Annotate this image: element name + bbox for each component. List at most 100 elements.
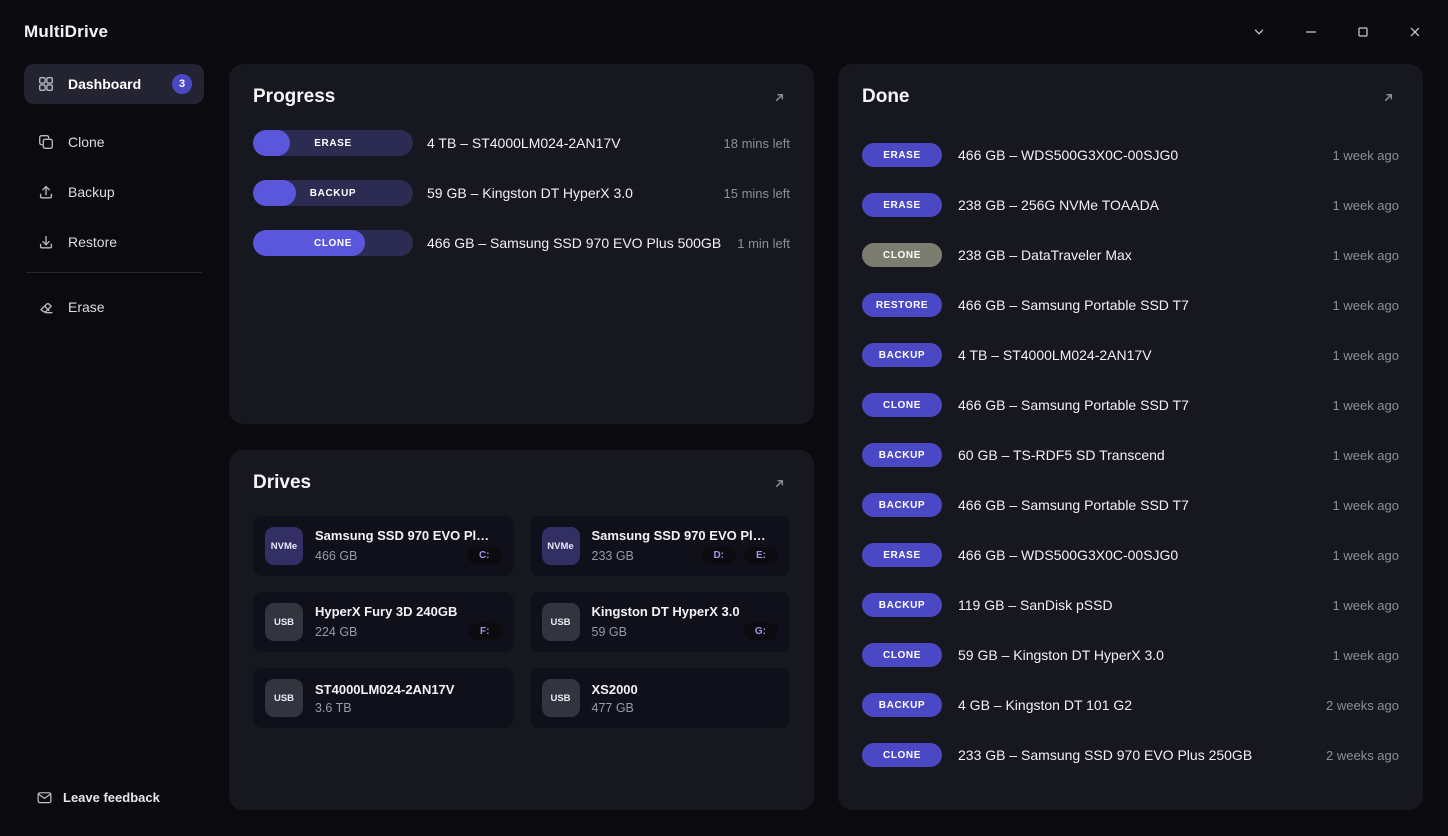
drive-card[interactable]: USBKingston DT HyperX 3.059 GBG: [530,592,791,652]
completed-time-label: 1 week ago [1333,348,1400,363]
completed-time-label: 1 week ago [1333,648,1400,663]
maximize-button[interactable] [1352,21,1374,43]
done-row[interactable]: BACKUP4 GB – Kingston DT 101 G22 weeks a… [862,680,1399,730]
drive-letter-badge: E: [744,547,778,564]
progress-row[interactable]: ERASE 4 TB – ST4000LM024-2AN17V 18 mins le… [253,130,790,156]
sidebar: Dashboard3 Clone Backup Restore Erase Leave … [24,64,204,836]
drive-info: Samsung SSD 970 EVO Pl… 466 GB C: [315,528,502,564]
drive-meta: 224 GBF: [315,623,502,640]
completed-time-label: 1 week ago [1333,598,1400,613]
done-row[interactable]: BACKUP119 GB – SanDisk pSSD1 week ago [862,580,1399,630]
expand-icon [1381,90,1396,105]
operation-badge: BACKUP [862,443,942,467]
drive-card[interactable]: USBST4000LM024-2AN17V3.6 TB [253,668,514,728]
done-row[interactable]: BACKUP 4 TB – ST4000LM024-2AN17V 1 week ag… [862,330,1399,380]
backup-icon [36,182,56,202]
drive-size: 466 GB [315,549,357,563]
drive-letters: C: [467,547,502,564]
done-expand-button[interactable] [1377,86,1399,108]
done-row[interactable]: CLONE238 GB – DataTraveler Max1 week ago [862,230,1399,280]
drive-size: 59 GB [592,625,627,639]
drive-card[interactable]: NVMeSamsung SSD 970 EVO Pl…233 GBD:E: [530,516,791,576]
minimize-button[interactable] [1300,21,1322,43]
drive-label: 4 TB – ST4000LM024-2AN17V [958,347,1317,363]
operation-badge: CLONE [862,393,942,417]
drive-info: Samsung SSD 970 EVO Pl…233 GBD:E: [592,528,779,564]
sidebar-item-restore[interactable]: Restore [24,222,204,262]
drives-panel-title: Drives [253,472,311,494]
time-left-label: 18 mins left [724,136,790,151]
drive-label: 59 GB – Kingston DT HyperX 3.0 [958,647,1317,663]
drive-card[interactable]: USBHyperX Fury 3D 240GB224 GBF: [253,592,514,652]
sidebar-nav: Dashboard3 Clone Backup Restore Erase [24,64,204,327]
progress-row[interactable]: CLONE466 GB – Samsung SSD 970 EVO Plus 5… [253,230,790,256]
completed-time-label: 1 week ago [1333,298,1400,313]
completed-time-label: 1 week ago [1333,148,1400,163]
done-panel: Done ERASE466 GB – WDS500G3X0C-00SJG01 w… [838,64,1423,810]
close-button[interactable] [1404,21,1426,43]
drive-letters: G: [743,623,778,640]
progress-bar: ERASE [253,130,413,156]
completed-time-label: 1 week ago [1333,198,1400,213]
drive-name: Kingston DT HyperX 3.0 [592,604,779,619]
window-controls [1248,21,1426,43]
completed-time-label: 1 week ago [1333,398,1400,413]
expand-icon [772,476,787,491]
drive-label: 466 GB – WDS500G3X0C-00SJG0 [958,147,1317,163]
drives-panel: Drives NVMe Samsung SSD 970 EVO Pl… 466 GB… [229,450,814,810]
done-row[interactable]: ERASE 466 GB – WDS500G3X0C-00SJG0 1 week a… [862,130,1399,180]
drive-label: 238 GB – DataTraveler Max [958,247,1317,263]
operation-badge: CLONE [862,643,942,667]
progress-row[interactable]: BACKUP59 GB – Kingston DT HyperX 3.015 m… [253,180,790,206]
drive-meta: 3.6 TB [315,701,502,715]
drive-label: 466 GB – Samsung Portable SSD T7 [958,497,1317,513]
operation-badge: ERASE [862,143,942,167]
progress-expand-button[interactable] [768,86,790,108]
drive-name: HyperX Fury 3D 240GB [315,604,502,619]
drive-letters: D: E: [701,547,778,564]
done-row[interactable]: ERASE466 GB – WDS500G3X0C-00SJG01 week a… [862,530,1399,580]
operation-badge: BACKUP [862,493,942,517]
done-row[interactable]: ERASE238 GB – 256G NVMe TOAADA1 week ago [862,180,1399,230]
progress-bar: BACKUP [253,180,413,206]
sidebar-item-label: Erase [68,299,192,315]
app-title: MultiDrive [24,22,108,42]
sidebar-item-dashboard[interactable]: Dashboard3 [24,64,204,104]
done-row[interactable]: CLONE233 GB – Samsung SSD 970 EVO Plus 2… [862,730,1399,780]
window-menu-button[interactable] [1248,21,1270,43]
drive-meta: 477 GB [592,701,779,715]
drive-label: 4 TB – ST4000LM024-2AN17V [427,135,710,151]
drive-type-badge: NVMe [542,527,580,565]
operation-badge: BACKUP [862,343,942,367]
grid-icon [37,75,55,93]
sidebar-divider [26,272,202,273]
leave-feedback-button[interactable]: Leave feedback [36,789,160,806]
drive-card[interactable]: USBXS2000477 GB [530,668,791,728]
drive-card[interactable]: NVMeSamsung SSD 970 EVO Pl…466 GBC: [253,516,514,576]
operation-badge: ERASE [253,138,413,149]
drive-type-badge: USB [542,679,580,717]
done-row[interactable]: RESTORE466 GB – Samsung Portable SSD T71… [862,280,1399,330]
drive-letter-badge: C: [467,547,502,564]
drive-label: 119 GB – SanDisk pSSD [958,597,1317,613]
done-row[interactable]: BACKUP60 GB – TS-RDF5 SD Transcend1 week… [862,430,1399,480]
operation-badge: CLONE [862,243,942,267]
completed-time-label: 1 week ago [1333,448,1400,463]
drive-info: Kingston DT HyperX 3.0 59 GB G: [592,604,779,640]
download-icon [37,233,55,251]
drives-expand-button[interactable] [768,472,790,494]
drive-name: Samsung SSD 970 EVO Pl… [315,528,502,543]
drive-label: 238 GB – 256G NVMe TOAADA [958,197,1317,213]
sidebar-item-label: Backup [68,184,192,200]
sidebar-item-clone[interactable]: Clone [24,122,204,162]
sidebar-item-backup[interactable]: Backup [24,172,204,212]
done-row[interactable]: CLONE466 GB – Samsung Portable SSD T71 w… [862,380,1399,430]
progress-panel: Progress ERASE4 TB – ST4000LM024-2AN17V1… [229,64,814,424]
done-row[interactable]: CLONE 59 GB – Kingston DT HyperX 3.0 1 wee… [862,630,1399,680]
drive-size: 477 GB [592,701,634,715]
done-row[interactable]: BACKUP466 GB – Samsung Portable SSD T71 … [862,480,1399,530]
sidebar-item-erase[interactable]: Erase [24,287,204,327]
expand-icon [772,90,787,105]
drive-letter-badge: D: [701,547,736,564]
dashboard-icon [36,74,56,94]
